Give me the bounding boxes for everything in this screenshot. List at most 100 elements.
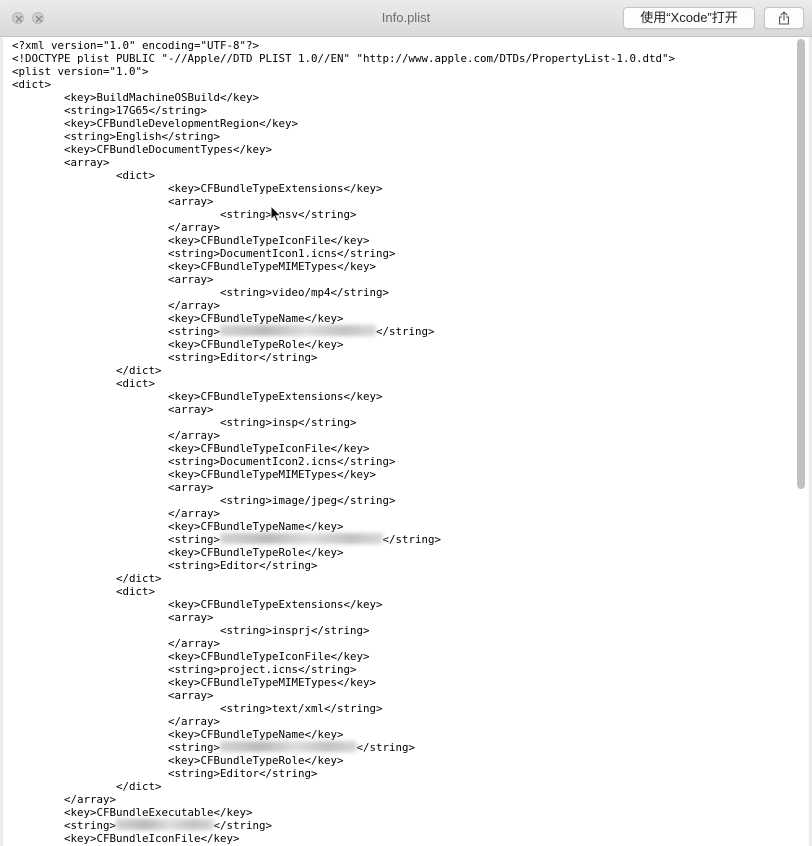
code-text: <key>CFBundleTypeName</key>	[12, 728, 344, 741]
code-line: <string> </string>	[12, 533, 675, 546]
code-line: <string>English</string>	[12, 130, 675, 143]
code-text: <array>	[12, 481, 214, 494]
code-line: <key>CFBundleTypeIconFile</key>	[12, 650, 675, 663]
code-line: <key>BuildMachineOSBuild</key>	[12, 91, 675, 104]
document-content[interactable]: <?xml version="1.0" encoding="UTF-8"?> <!…	[3, 37, 809, 846]
code-text: <key>CFBundleTypeRole</key>	[12, 546, 344, 559]
code-text: <array>	[12, 403, 214, 416]
code-line: <key>CFBundleTypeIconFile</key>	[12, 442, 675, 455]
code-text: <dict>	[12, 585, 156, 598]
code-text: <string>image/jpeg</string>	[12, 494, 396, 507]
redacted-value	[116, 819, 214, 830]
code-text: <key>CFBundleTypeRole</key>	[12, 754, 344, 767]
code-line: <key>CFBundleExecutable</key>	[12, 806, 675, 819]
code-line: </array>	[12, 299, 675, 312]
code-line: </dict>	[12, 364, 675, 377]
code-text: <key>CFBundleTypeExtensions</key>	[12, 598, 383, 611]
plist-source: <?xml version="1.0" encoding="UTF-8"?> <!…	[12, 39, 675, 845]
code-line: <key>CFBundleTypeName</key>	[12, 312, 675, 325]
code-line: <string>video/mp4</string>	[12, 286, 675, 299]
code-text: <string>project.icns</string>	[12, 663, 357, 676]
code-line: <string>insp</string>	[12, 416, 675, 429]
code-line: <string>project.icns</string>	[12, 663, 675, 676]
code-text: <string>insprj</string>	[12, 624, 370, 637]
code-text: <string>DocumentIcon1.icns</string>	[12, 247, 396, 260]
code-text: </array>	[12, 221, 221, 234]
code-line: <array>	[12, 156, 675, 169]
code-line: </array>	[12, 429, 675, 442]
code-text: <array>	[12, 273, 214, 286]
code-text: <string>video/mp4</string>	[12, 286, 390, 299]
redacted-value	[220, 325, 377, 336]
code-text: <key>CFBundleExecutable</key>	[12, 806, 253, 819]
code-line: <string>DocumentIcon1.icns</string>	[12, 247, 675, 260]
code-line: <string>text/xml</string>	[12, 702, 675, 715]
code-text: <string>Editor</string>	[12, 559, 318, 572]
code-text: </dict>	[12, 780, 162, 793]
code-text: <key>CFBundleTypeMIMETypes</key>	[12, 468, 377, 481]
mouse-pointer-icon	[270, 205, 282, 223]
code-line: <string> </string>	[12, 325, 675, 338]
code-line: <key>CFBundleTypeRole</key>	[12, 338, 675, 351]
code-text: </array>	[12, 715, 221, 728]
code-text: <key>CFBundleTypeIconFile</key>	[12, 442, 370, 455]
code-text: <string>DocumentIcon2.icns</string>	[12, 455, 396, 468]
code-text: <string>English</string>	[12, 130, 221, 143]
code-text: <string>insv</string>	[12, 208, 357, 221]
code-text: <key>CFBundleIconFile</key>	[12, 832, 240, 845]
code-line: <dict>	[12, 169, 675, 182]
code-text: </dict>	[12, 364, 162, 377]
code-line: </array>	[12, 715, 675, 728]
code-line: <?xml version="1.0" encoding="UTF-8"?>	[12, 39, 675, 52]
code-line: <string>insprj</string>	[12, 624, 675, 637]
code-text: </string>	[382, 533, 442, 546]
code-line: <array>	[12, 403, 675, 416]
code-text: </array>	[12, 299, 221, 312]
vertical-scrollbar[interactable]	[797, 39, 805, 489]
code-line: </array>	[12, 793, 675, 806]
code-line: </array>	[12, 507, 675, 520]
share-icon	[778, 11, 790, 25]
code-text: <dict>	[12, 377, 156, 390]
code-line: <key>CFBundleTypeRole</key>	[12, 754, 675, 767]
code-text: </string>	[356, 741, 416, 754]
code-text: <array>	[12, 156, 110, 169]
code-line: <key>CFBundleTypeRole</key>	[12, 546, 675, 559]
redacted-value	[220, 533, 383, 544]
code-text: <dict>	[12, 78, 52, 91]
code-line: <!DOCTYPE plist PUBLIC "-//Apple//DTD PL…	[12, 52, 675, 65]
code-line: <array>	[12, 689, 675, 702]
code-text: <string>	[12, 819, 117, 832]
code-line: <key>CFBundleTypeExtensions</key>	[12, 182, 675, 195]
code-line: <key>CFBundleTypeName</key>	[12, 520, 675, 533]
code-text: <key>CFBundleTypeName</key>	[12, 312, 344, 325]
title-bar[interactable]: Info.plist 使用“Xcode”打开	[0, 0, 812, 37]
code-line: <dict>	[12, 377, 675, 390]
code-text: <array>	[12, 689, 214, 702]
code-text: <key>CFBundleDocumentTypes</key>	[12, 143, 273, 156]
code-text: <string>17G65</string>	[12, 104, 208, 117]
code-line: <array>	[12, 273, 675, 286]
share-button[interactable]	[764, 7, 804, 29]
open-with-xcode-button[interactable]: 使用“Xcode”打开	[623, 7, 755, 29]
code-line: <key>CFBundleIconFile</key>	[12, 832, 675, 845]
code-text: </array>	[12, 507, 221, 520]
code-text: <key>CFBundleTypeExtensions</key>	[12, 390, 383, 403]
code-line: <dict>	[12, 78, 675, 91]
code-line: <key>CFBundleDocumentTypes</key>	[12, 143, 675, 156]
code-text: <key>CFBundleTypeMIMETypes</key>	[12, 676, 377, 689]
code-line: <string>Editor</string>	[12, 767, 675, 780]
code-line: <string> </string>	[12, 741, 675, 754]
code-line: <key>CFBundleTypeIconFile</key>	[12, 234, 675, 247]
code-text: <string>text/xml</string>	[12, 702, 383, 715]
code-text: </dict>	[12, 572, 162, 585]
redacted-value	[220, 741, 357, 752]
code-text: <key>CFBundleTypeName</key>	[12, 520, 344, 533]
code-text: <key>BuildMachineOSBuild</key>	[12, 91, 260, 104]
code-line: <string>17G65</string>	[12, 104, 675, 117]
code-line: <array>	[12, 195, 675, 208]
code-line: <string>Editor</string>	[12, 559, 675, 572]
code-line: <key>CFBundleTypeMIMETypes</key>	[12, 468, 675, 481]
code-line: </dict>	[12, 572, 675, 585]
code-line: <key>CFBundleTypeMIMETypes</key>	[12, 260, 675, 273]
